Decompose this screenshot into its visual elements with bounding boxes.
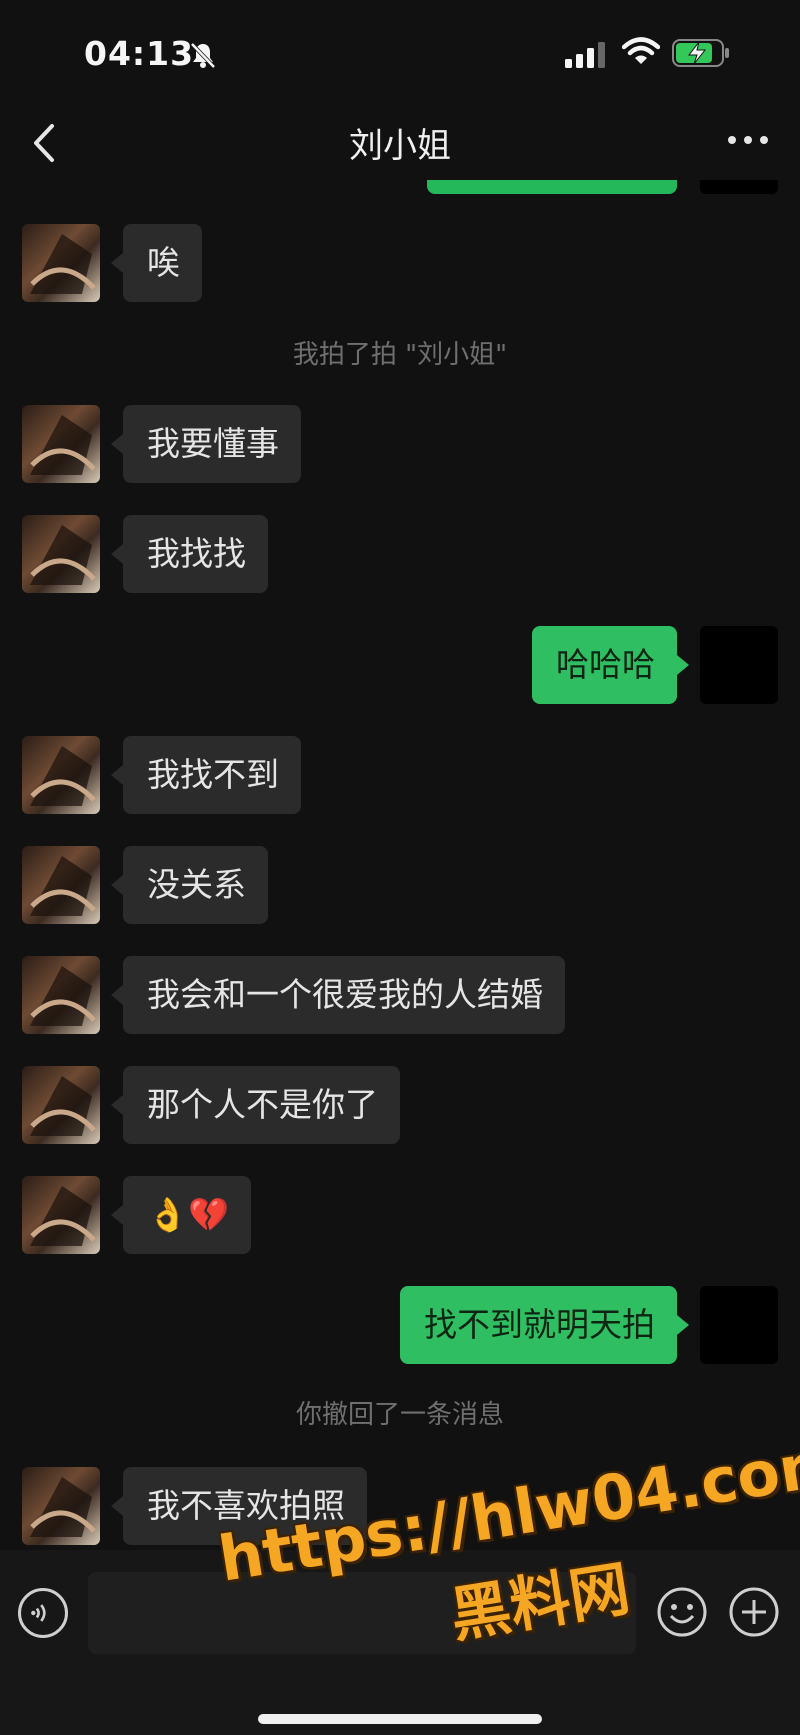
outgoing-message[interactable]: 哈哈哈: [532, 626, 689, 704]
contact-avatar[interactable]: [22, 1066, 100, 1144]
status-time: 04:13: [84, 34, 195, 73]
previous-outgoing-bubble-edge: [427, 180, 677, 194]
battery-charging-icon: [672, 39, 729, 67]
incoming-message[interactable]: 我找不到: [111, 736, 301, 814]
outgoing-message[interactable]: 找不到就明天拍: [400, 1286, 689, 1364]
contact-avatar[interactable]: [22, 846, 100, 924]
wifi-icon: [622, 37, 660, 64]
incoming-message[interactable]: 那个人不是你了: [111, 1066, 400, 1144]
incoming-message[interactable]: 我找找: [111, 515, 268, 593]
contact-avatar[interactable]: [22, 405, 100, 483]
voice-icon[interactable]: [18, 1588, 68, 1638]
self-avatar[interactable]: [700, 1286, 778, 1364]
incoming-message[interactable]: 没关系: [111, 846, 268, 924]
incoming-message[interactable]: 唉: [111, 224, 202, 302]
previous-self-avatar-edge: [700, 180, 778, 194]
contact-avatar[interactable]: [22, 736, 100, 814]
contact-avatar[interactable]: [22, 1467, 100, 1545]
chat-header: 刘小姐: [0, 100, 800, 185]
contact-avatar[interactable]: [22, 956, 100, 1034]
bell-muted-icon: [190, 42, 216, 69]
more-dots-icon[interactable]: [726, 130, 770, 150]
contact-avatar[interactable]: [22, 1176, 100, 1254]
system-message: 我拍了拍 "刘小姐": [292, 340, 508, 370]
contact-avatar[interactable]: [22, 224, 100, 302]
home-indicator: [258, 1714, 542, 1724]
chat-title: 刘小姐: [349, 126, 451, 166]
signal-icon: [565, 42, 605, 68]
status-bar: 04:13: [0, 0, 800, 100]
incoming-message[interactable]: 我要懂事: [111, 405, 301, 483]
watermark-name: 黑料网: [445, 1553, 635, 1652]
incoming-message[interactable]: 我会和一个很爱我的人结婚: [111, 956, 565, 1034]
contact-avatar[interactable]: [22, 515, 100, 593]
emoji-message[interactable]: 👌💔: [110, 1176, 252, 1254]
self-avatar[interactable]: [700, 626, 778, 704]
